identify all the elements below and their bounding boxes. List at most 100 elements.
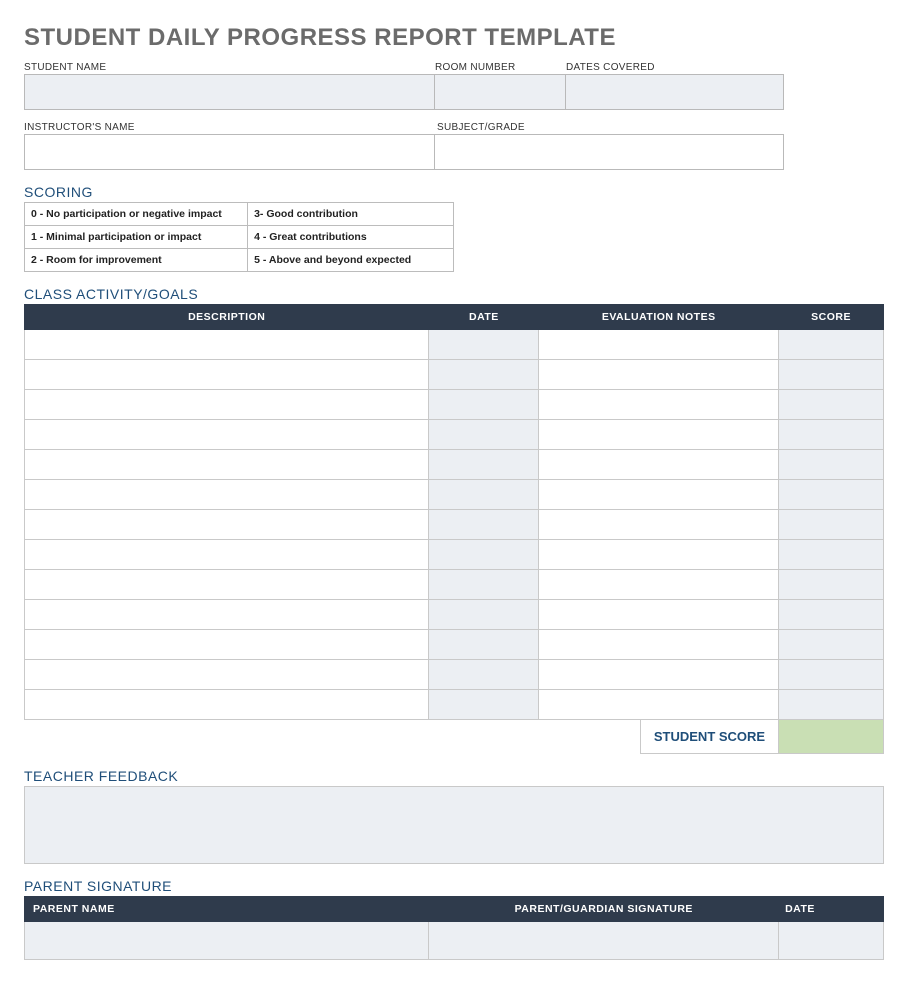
cell-description[interactable] — [25, 480, 429, 510]
field-row-1: STUDENT NAME ROOM NUMBER DATES COVERED — [24, 62, 884, 110]
col-parent-signature: PARENT/GUARDIAN SIGNATURE — [429, 897, 779, 922]
scoring-cell: 1 - Minimal participation or impact — [25, 226, 248, 249]
scoring-cell: 0 - No participation or negative impact — [25, 203, 248, 226]
input-student-name[interactable] — [24, 74, 435, 110]
cell-date[interactable] — [429, 420, 539, 450]
heading-feedback: TEACHER FEEDBACK — [24, 768, 888, 784]
table-row — [25, 480, 884, 510]
scoring-cell: 2 - Room for improvement — [25, 249, 248, 272]
cell-notes[interactable] — [539, 480, 779, 510]
cell-score[interactable] — [779, 690, 884, 720]
cell-description[interactable] — [25, 360, 429, 390]
table-row — [25, 690, 884, 720]
col-parent-name: PARENT NAME — [25, 897, 429, 922]
cell-description[interactable] — [25, 330, 429, 360]
input-teacher-feedback[interactable] — [24, 786, 884, 864]
label-room-number: ROOM NUMBER — [435, 62, 566, 73]
page-title: STUDENT DAILY PROGRESS REPORT TEMPLATE — [24, 24, 888, 52]
col-date: DATE — [429, 305, 539, 330]
cell-description[interactable] — [25, 510, 429, 540]
table-row — [25, 420, 884, 450]
scoring-cell: 4 - Great contributions — [248, 226, 454, 249]
input-parent-signature[interactable] — [429, 922, 779, 960]
table-row — [25, 660, 884, 690]
table-row — [25, 450, 884, 480]
label-subject-grade: SUBJECT/GRADE — [437, 122, 784, 133]
cell-description[interactable] — [25, 600, 429, 630]
input-room-number[interactable] — [435, 74, 566, 110]
table-row — [25, 600, 884, 630]
cell-description[interactable] — [25, 450, 429, 480]
cell-score[interactable] — [779, 360, 884, 390]
cell-notes[interactable] — [539, 360, 779, 390]
cell-date[interactable] — [429, 690, 539, 720]
cell-notes[interactable] — [539, 570, 779, 600]
cell-notes[interactable] — [539, 540, 779, 570]
input-instructor-name[interactable] — [24, 134, 435, 170]
cell-score[interactable] — [779, 510, 884, 540]
col-description: DESCRIPTION — [25, 305, 429, 330]
input-parent-date[interactable] — [779, 922, 884, 960]
goals-table: DESCRIPTION DATE EVALUATION NOTES SCORE — [24, 304, 884, 720]
cell-notes[interactable] — [539, 450, 779, 480]
cell-notes[interactable] — [539, 600, 779, 630]
cell-date[interactable] — [429, 480, 539, 510]
student-score-label: STUDENT SCORE — [640, 720, 779, 754]
student-score-row: STUDENT SCORE — [24, 720, 884, 754]
parent-table: PARENT NAME PARENT/GUARDIAN SIGNATURE DA… — [24, 896, 884, 960]
cell-date[interactable] — [429, 630, 539, 660]
scoring-cell: 3- Good contribution — [248, 203, 454, 226]
col-parent-date: DATE — [779, 897, 884, 922]
cell-date[interactable] — [429, 600, 539, 630]
cell-notes[interactable] — [539, 510, 779, 540]
cell-score[interactable] — [779, 630, 884, 660]
cell-notes[interactable] — [539, 630, 779, 660]
student-score-value[interactable] — [779, 720, 884, 754]
cell-notes[interactable] — [539, 660, 779, 690]
cell-description[interactable] — [25, 390, 429, 420]
cell-date[interactable] — [429, 510, 539, 540]
cell-description[interactable] — [25, 690, 429, 720]
table-row — [25, 360, 884, 390]
input-subject-grade[interactable] — [435, 134, 784, 170]
table-row — [25, 390, 884, 420]
field-row-2: INSTRUCTOR'S NAME SUBJECT/GRADE — [24, 122, 884, 170]
cell-score[interactable] — [779, 600, 884, 630]
label-instructor-name: INSTRUCTOR'S NAME — [24, 122, 435, 133]
cell-notes[interactable] — [539, 420, 779, 450]
cell-notes[interactable] — [539, 690, 779, 720]
label-dates-covered: DATES COVERED — [566, 62, 784, 73]
cell-notes[interactable] — [539, 390, 779, 420]
cell-score[interactable] — [779, 660, 884, 690]
cell-score[interactable] — [779, 450, 884, 480]
cell-notes[interactable] — [539, 330, 779, 360]
scoring-cell: 5 - Above and beyond expected — [248, 249, 454, 272]
cell-description[interactable] — [25, 570, 429, 600]
cell-date[interactable] — [429, 570, 539, 600]
scoring-table: 0 - No participation or negative impact … — [24, 202, 454, 272]
cell-date[interactable] — [429, 540, 539, 570]
cell-score[interactable] — [779, 390, 884, 420]
cell-date[interactable] — [429, 660, 539, 690]
cell-date[interactable] — [429, 390, 539, 420]
cell-score[interactable] — [779, 540, 884, 570]
cell-description[interactable] — [25, 420, 429, 450]
input-dates-covered[interactable] — [566, 74, 784, 110]
cell-description[interactable] — [25, 630, 429, 660]
col-score: SCORE — [779, 305, 884, 330]
cell-description[interactable] — [25, 660, 429, 690]
cell-score[interactable] — [779, 480, 884, 510]
heading-goals: CLASS ACTIVITY/GOALS — [24, 286, 888, 302]
cell-date[interactable] — [429, 450, 539, 480]
cell-score[interactable] — [779, 330, 884, 360]
col-notes: EVALUATION NOTES — [539, 305, 779, 330]
input-parent-name[interactable] — [25, 922, 429, 960]
cell-description[interactable] — [25, 540, 429, 570]
label-student-name: STUDENT NAME — [24, 62, 435, 73]
heading-parent: PARENT SIGNATURE — [24, 878, 888, 894]
cell-date[interactable] — [429, 330, 539, 360]
cell-score[interactable] — [779, 570, 884, 600]
cell-score[interactable] — [779, 420, 884, 450]
heading-scoring: SCORING — [24, 184, 888, 200]
cell-date[interactable] — [429, 360, 539, 390]
